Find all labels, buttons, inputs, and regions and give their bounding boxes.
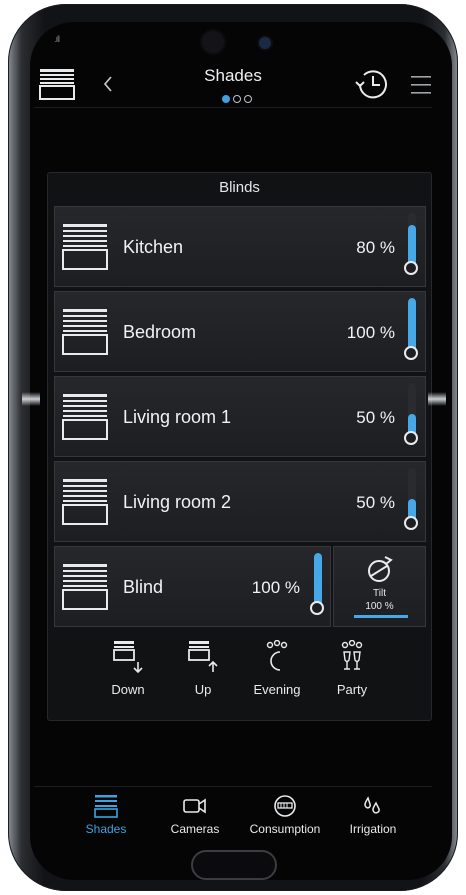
tab-label: Irrigation [349, 822, 397, 836]
camera-icon [183, 798, 206, 814]
slider-knob[interactable] [404, 346, 418, 360]
row-percent: 50 % [356, 408, 395, 427]
slider-knob[interactable] [404, 516, 418, 530]
panel-title: Blinds [219, 179, 260, 196]
row-percent: 50 % [356, 493, 395, 512]
menu-icon[interactable] [410, 74, 432, 101]
party-icon [341, 640, 363, 670]
page-dot-3[interactable] [244, 95, 252, 103]
row-label: Living room 2 [123, 492, 232, 512]
tilt-button[interactable]: Tilt 100 % [333, 546, 426, 627]
slider-knob[interactable] [404, 261, 418, 275]
evening-icon [266, 640, 288, 671]
history-clock-icon[interactable] [352, 67, 392, 106]
tab-label: Cameras [170, 822, 220, 836]
action-label: Party [336, 682, 368, 697]
page-dot-1[interactable] [222, 95, 230, 103]
home-button[interactable] [191, 850, 277, 880]
blind-down-icon [113, 641, 143, 674]
level-slider[interactable] [403, 383, 421, 459]
blind-row-blind[interactable]: Blind 100 % [54, 546, 331, 627]
tilt-level-bar [354, 615, 408, 618]
action-label: Evening [253, 682, 301, 697]
row-percent: 80 % [356, 238, 395, 257]
shades-icon [94, 795, 118, 818]
water-drops-icon [364, 796, 380, 814]
row-label: Bedroom [123, 322, 197, 342]
meter-icon [274, 795, 296, 817]
blind-icon [62, 479, 108, 525]
level-slider[interactable] [309, 553, 327, 629]
row-percent: 100 % [251, 578, 300, 597]
slider-knob[interactable] [404, 431, 418, 445]
row-label: Kitchen [123, 237, 184, 257]
page-title: Shades [204, 66, 262, 85]
slider-knob[interactable] [310, 601, 324, 615]
action-label: Down [111, 682, 145, 697]
tilt-value: 100 % [365, 601, 394, 612]
row-label: Blind [123, 577, 164, 597]
blind-icon [62, 394, 108, 440]
page-indicator[interactable] [222, 95, 252, 103]
blind-icon [62, 564, 108, 610]
level-slider[interactable] [403, 468, 421, 544]
tabbar-divider [34, 786, 432, 787]
top-bar: Shades [0, 0, 466, 120]
tilt-label: Tilt [373, 588, 386, 599]
tab-label: Shades [85, 822, 127, 836]
row-percent: 100 % [346, 323, 395, 342]
blind-row-living-room-2[interactable]: Living room 2 50 % [54, 461, 426, 542]
blind-row-living-room-1[interactable]: Living room 1 50 % [54, 376, 426, 457]
blind-icon [62, 309, 108, 355]
tilt-rotate-icon [368, 556, 393, 582]
blind-up-icon [188, 641, 218, 672]
blind-icon [62, 224, 108, 270]
page-dot-2[interactable] [233, 95, 241, 103]
action-label: Up [194, 682, 212, 697]
blind-row-kitchen[interactable]: Kitchen 80 % [54, 206, 426, 287]
header-divider [34, 107, 432, 108]
tab-label: Consumption [249, 822, 321, 836]
row-label: Living room 1 [123, 407, 232, 427]
level-slider[interactable] [403, 298, 421, 374]
blind-row-bedroom[interactable]: Bedroom 100 % [54, 291, 426, 372]
level-slider[interactable] [403, 213, 421, 289]
